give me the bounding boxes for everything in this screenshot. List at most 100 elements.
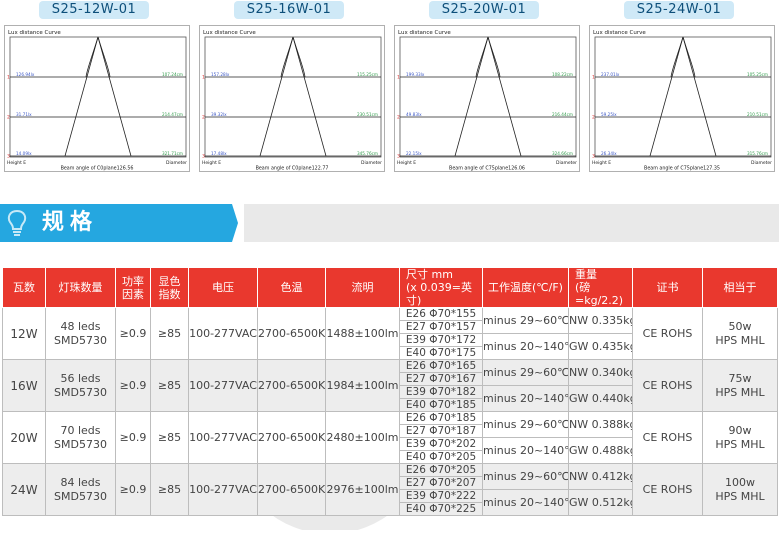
cell-size: E39 Φ70*222 [399,489,483,503]
curve-ylabel: Height E [592,160,611,166]
curve-ylabel: Height E [202,160,221,166]
cell-cct: 2700-6500K [257,463,326,516]
cell-size: E26 Φ70*165 [399,359,483,373]
cell-temp-f: minus 20~140°F [482,385,569,412]
cell-size: E39 Φ70*182 [399,385,483,399]
cell-voltage: 100-277VAC [188,463,258,516]
cell-size: E40 Φ70*205 [399,450,483,464]
header-equivalent: 相当于 [702,267,778,308]
cell-gw: GW 0.488kg [568,437,633,464]
header-temp: 工作温度(℃/F) [482,267,569,308]
lux-value-label: 126.94lx [16,72,35,77]
lux-value-label: 31.71lx [16,112,32,117]
beam-edge-left [64,36,99,157]
header-cct: 色温 [257,267,326,308]
beam-lobe-left [475,36,489,78]
height-mark: 2 [592,115,595,121]
cell-size: E40 Φ70*175 [399,346,483,360]
equivalent-type: HPS MHL [715,489,765,503]
height-mark: 2 [7,115,10,121]
table-row: 12W 48 leds SMD5730 ≥0.9 ≥85 100-277VAC 2700-6… [2,307,778,360]
height-mark: 1 [397,75,400,81]
cell-temp-c: minus 29~60℃ [482,307,569,334]
cell-cert: CE ROHS [632,463,703,516]
curve-xlabel: Diameter [166,160,187,166]
cell-watt: 12W [2,307,46,360]
led-count: 70 leds [60,423,101,437]
header-cert: 证书 [632,267,703,308]
curve-title: Lux distance Curve [203,30,256,36]
led-chip: SMD5730 [54,489,107,503]
cell-size: E26 Φ70*185 [399,411,483,425]
led-chip: SMD5730 [54,385,107,399]
spec-table: 瓦数 灯珠数量 功率 因素 显色 指数 电压 色温 流明 尺寸 mm (x 0.… [2,267,778,516]
model-label: S25-12W-01 [39,1,149,19]
beam-angle-label: Beam angle of C75plane127.35 [644,166,720,172]
cell-cri: ≥85 [150,359,189,412]
section-header-fill [244,204,779,242]
bulb-icon [7,209,27,236]
table-row: 16W 56 leds SMD5730 ≥0.9 ≥85 100-277VAC 2700-6… [2,359,778,412]
cell-nw: NW 0.340kg [568,359,633,386]
curve-xlabel: Diameter [556,160,577,166]
table-row: 20W 70 leds SMD5730 ≥0.9 ≥85 100-277VAC 2700-6… [2,411,778,464]
led-count: 56 leds [60,371,101,385]
beam-edge-left [649,36,684,157]
lux-value-label: 49.83lx [406,112,422,117]
equivalent-watt: 75w [728,371,752,385]
beam-edge-right [487,36,522,157]
header-watt: 瓦数 [2,267,46,308]
lux-value-label: 237.01lx [601,72,620,77]
cell-leds: 56 leds SMD5730 [45,359,116,412]
plot-frame [399,36,577,158]
header-lumen: 流明 [325,267,400,308]
cell-leds: 48 leds SMD5730 [45,307,116,360]
cell-pf: ≥0.9 [115,463,151,516]
lux-value-label: 26.34lx [601,151,617,156]
cell-pf: ≥0.9 [115,359,151,412]
beam-lobe-right [97,36,111,78]
cell-nw: NW 0.335kg [568,307,633,334]
led-count: 84 leds [60,475,101,489]
cell-size: E27 Φ70*157 [399,320,483,334]
lux-value-label: 199.33lx [406,72,425,77]
cell-lumen: 1488±100lm [325,307,400,360]
cell-cri: ≥85 [150,307,189,360]
cell-size: E26 Φ70*155 [399,307,483,321]
cell-lumen: 1984±100lm [325,359,400,412]
lux-curve-card: Lux distance Curve 1 126.94lx 107.24cm 2 31.7… [4,25,190,172]
header-weight: 重量 (磅=kg/2.2) [568,267,633,308]
height-mark: 3 [202,154,205,160]
lux-value-label: 39.32lx [211,112,227,117]
cell-cri: ≥85 [150,411,189,464]
led-count: 48 leds [60,319,101,333]
height-mark: 3 [397,154,400,160]
cell-cert: CE ROHS [632,307,703,360]
spec-table-body: 12W 48 leds SMD5730 ≥0.9 ≥85 100-277VAC 2700-6… [2,307,778,516]
cell-size: E39 Φ70*172 [399,333,483,347]
cell-watt: 24W [2,463,46,516]
beam-lobe-right [292,36,306,78]
cell-cert: CE ROHS [632,411,703,464]
diameter-value-label: 115.25cm [357,72,378,77]
beam-lobe-right [682,36,696,78]
height-mark: 1 [592,75,595,81]
beam-lobe-left [670,36,684,78]
equivalent-type: HPS MHL [715,437,765,451]
cell-size: E40 Φ70*225 [399,502,483,516]
cell-pf: ≥0.9 [115,307,151,360]
cell-lumen: 2976±100lm [325,463,400,516]
beam-edge-right [292,36,327,157]
lux-curve-chart: Lux distance Curve 1 126.94lx 107.24cm 2 31.7… [7,30,187,171]
model-labels: S25-12W-01 S25-16W-01 S25-20W-01 S25-24W… [0,0,779,22]
diameter-value-label: 345.76cm [357,151,378,156]
beam-angle-label: Beam angle of C75plane126.06 [449,166,525,172]
cell-size: E27 Φ70*187 [399,424,483,438]
curve-title: Lux distance Curve [8,30,61,36]
beam-lobe-left [280,36,294,78]
equivalent-watt: 90w [728,423,752,437]
cell-temp-f: minus 20~140°F [482,437,569,464]
model-label: S25-16W-01 [234,1,344,19]
equivalent-type: HPS MHL [715,333,765,347]
cell-leds: 84 leds SMD5730 [45,463,116,516]
